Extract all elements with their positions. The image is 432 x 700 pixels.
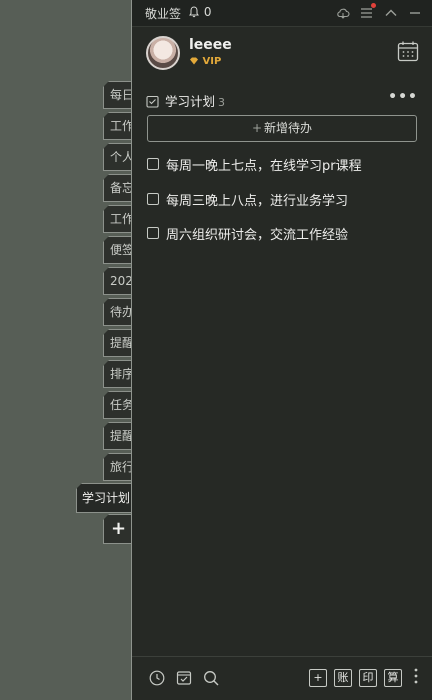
bell-count: 0 [203, 5, 212, 19]
calendar-icon[interactable] [397, 40, 419, 62]
list-header: 学习计划 3 ••• [146, 89, 418, 112]
window-controls [336, 3, 422, 19]
vip-badge: VIP [189, 56, 221, 67]
side-tab[interactable]: 202 [103, 267, 133, 295]
new-todo-button[interactable]: + 新增待办 [147, 115, 417, 142]
list-title-text: 学习计划 [165, 94, 216, 109]
side-tab[interactable]: 提醒 [103, 329, 133, 357]
ledger-button[interactable]: 账 [334, 669, 352, 687]
todo-text: 每周一晚上七点，在线学习pr课程 [166, 159, 362, 174]
app-name[interactable]: 敬业签 [145, 5, 181, 22]
side-tab[interactable]: 每日 [103, 81, 133, 109]
side-tab[interactable]: 备忘 [103, 174, 133, 202]
main-panel: 敬业签 0 leeee VIP 学习计划 3 ••• + 新增待办 每周一晚上七… [131, 0, 432, 700]
clock-icon[interactable] [149, 670, 165, 686]
collapse-icon[interactable] [384, 5, 398, 19]
avatar[interactable] [146, 36, 180, 70]
new-todo-label: 新增待办 [264, 121, 313, 135]
todo-list: 每周一晚上七点，在线学习pr课程 每周三晚上八点，进行业务学习 周六组织研讨会，… [147, 155, 419, 259]
todo-item[interactable]: 每周一晚上七点，在线学习pr课程 [147, 155, 419, 190]
bell-icon [189, 6, 199, 18]
task-box-icon[interactable] [176, 670, 192, 686]
print-button[interactable]: 印 [359, 669, 377, 687]
add-tab-button[interactable]: + [103, 514, 133, 544]
side-tab[interactable]: 旅行 [103, 453, 133, 481]
vip-label: VIP [202, 56, 222, 67]
minimize-icon[interactable] [408, 5, 422, 19]
footer-toolbar: + 账 印 算 [132, 656, 432, 700]
more-vertical-icon[interactable] [414, 668, 418, 684]
todo-text: 周六组织研讨会，交流工作经验 [166, 228, 349, 243]
side-tab[interactable]: 待办 [103, 298, 133, 326]
user-profile: leeee VIP [146, 36, 421, 76]
todo-checkbox[interactable] [147, 227, 159, 239]
side-tab[interactable]: 工作 [103, 112, 133, 140]
todo-item[interactable]: 每周三晚上八点，进行业务学习 [147, 190, 419, 225]
username: leeee [189, 37, 232, 53]
side-tab-active[interactable]: 学习计划 [76, 483, 136, 513]
list-title[interactable]: 学习计划 3 [165, 91, 225, 110]
list-count: 3 [218, 96, 226, 109]
todo-checkbox[interactable] [147, 192, 159, 205]
todo-text: 每周三晚上八点，进行业务学习 [166, 193, 349, 209]
search-icon[interactable] [203, 670, 219, 686]
checklist-icon [146, 93, 159, 112]
todo-item[interactable]: 周六组织研讨会，交流工作经验 [147, 224, 419, 259]
title-bar: 敬业签 0 [132, 0, 432, 27]
plus-icon: + [251, 121, 263, 135]
side-tab[interactable]: 提醒 [103, 422, 133, 450]
more-options-icon[interactable]: ••• [388, 89, 418, 105]
calculator-button[interactable]: 算 [384, 669, 402, 687]
side-tab[interactable]: 个人 [103, 143, 133, 171]
side-tab[interactable]: 工作 [103, 205, 133, 233]
notification-bell[interactable]: 0 [188, 5, 211, 19]
diamond-icon [190, 57, 198, 65]
side-tab[interactable]: 排序 [103, 360, 133, 388]
add-button[interactable]: + [309, 669, 327, 687]
notification-dot [371, 3, 376, 8]
menu-icon[interactable] [360, 3, 376, 19]
todo-checkbox[interactable] [147, 158, 159, 170]
side-tab[interactable]: 任务 [103, 391, 133, 419]
side-tab[interactable]: 便签 [103, 236, 133, 264]
cloud-sync-icon[interactable] [336, 5, 350, 19]
